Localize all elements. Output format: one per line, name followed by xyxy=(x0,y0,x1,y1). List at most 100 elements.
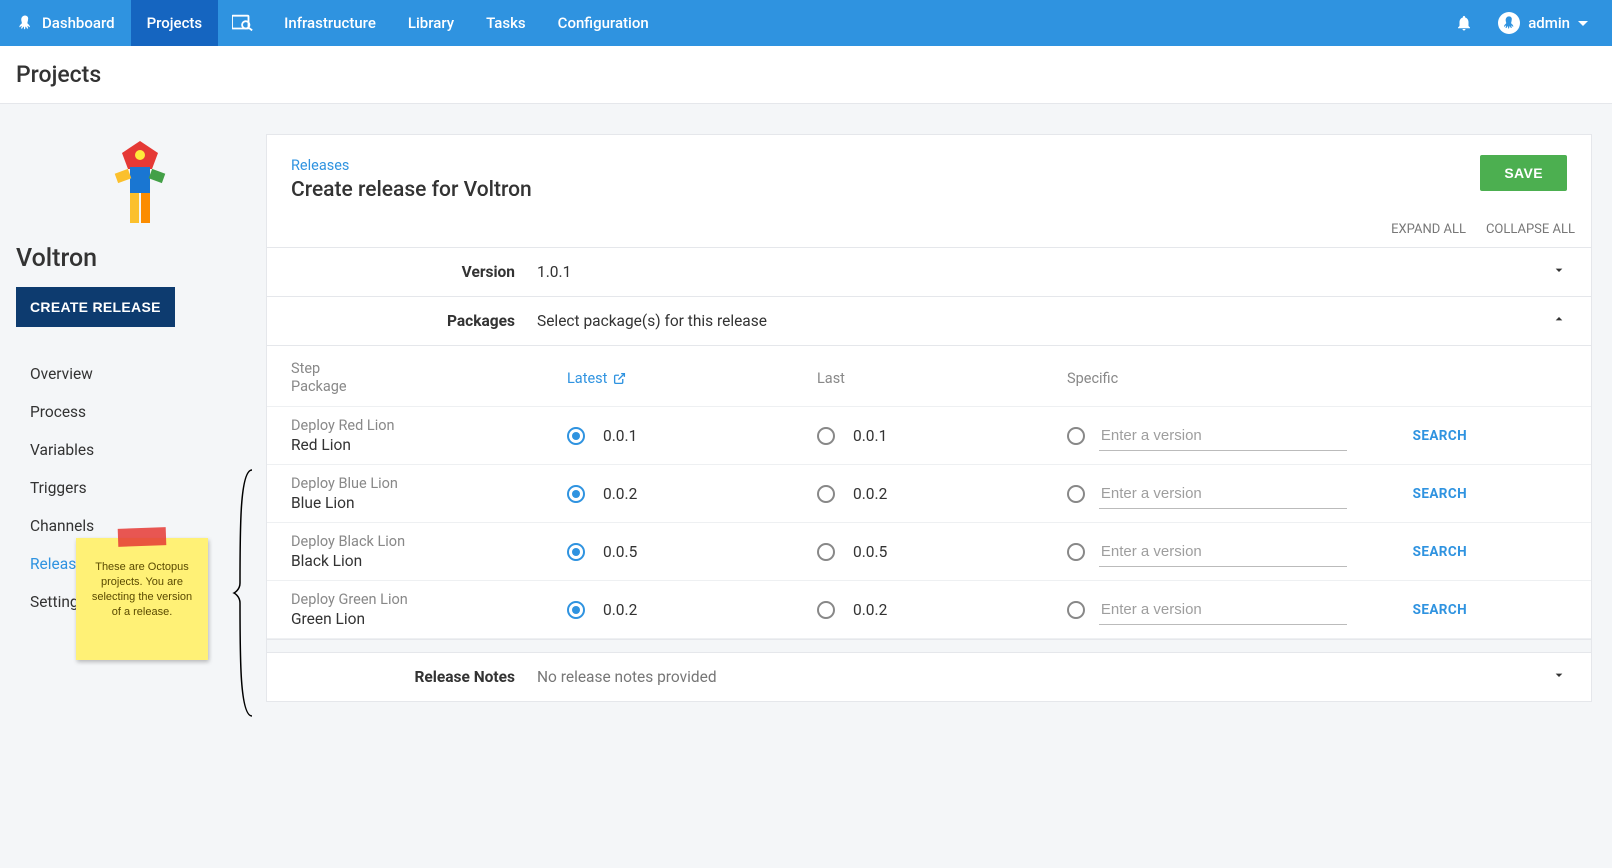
external-link-icon xyxy=(613,372,626,385)
latest-version: 0.0.1 xyxy=(603,427,637,445)
radio-latest[interactable] xyxy=(567,427,585,445)
nav-infra-label: Infrastructure xyxy=(284,14,376,32)
step-name: Deploy Red Lion xyxy=(291,417,567,434)
nav-config-label: Configuration xyxy=(558,14,649,32)
nav-library[interactable]: Library xyxy=(392,0,470,46)
chevron-up-icon xyxy=(1551,311,1567,331)
specific-cell xyxy=(1067,421,1347,451)
last-cell: 0.0.2 xyxy=(817,485,1067,503)
package-step-cell: Deploy Red Lion Red Lion xyxy=(291,417,567,454)
nav-infrastructure[interactable]: Infrastructure xyxy=(268,0,392,46)
col-latest[interactable]: Latest xyxy=(567,370,817,387)
nav-configuration[interactable]: Configuration xyxy=(542,0,665,46)
package-name: Blue Lion xyxy=(291,494,567,512)
package-row: Deploy Blue Lion Blue Lion 0.0.2 0.0.2 SEARC… xyxy=(267,465,1591,523)
last-version: 0.0.1 xyxy=(853,427,887,445)
latest-version: 0.0.2 xyxy=(603,601,637,619)
col-specific: Specific xyxy=(1067,370,1347,387)
latest-cell: 0.0.1 xyxy=(567,427,817,445)
specific-cell xyxy=(1067,595,1347,625)
nav-left: Dashboard Projects Infrastructure Librar… xyxy=(0,0,665,46)
last-cell: 0.0.1 xyxy=(817,427,1067,445)
specific-version-input[interactable] xyxy=(1099,595,1347,625)
radio-last[interactable] xyxy=(817,543,835,561)
radio-latest[interactable] xyxy=(567,543,585,561)
sidebar-item-triggers[interactable]: Triggers xyxy=(14,469,266,507)
last-cell: 0.0.5 xyxy=(817,543,1067,561)
create-release-button[interactable]: CREATE RELEASE xyxy=(16,287,175,327)
nav-tasks[interactable]: Tasks xyxy=(470,0,542,46)
top-nav: Dashboard Projects Infrastructure Librar… xyxy=(0,0,1612,46)
user-octopus-icon xyxy=(1501,15,1517,31)
save-button[interactable]: SAVE xyxy=(1480,155,1567,191)
sticky-note-text: These are Octopus projects. You are sele… xyxy=(92,561,192,618)
radio-latest[interactable] xyxy=(567,601,585,619)
packages-hint: Select package(s) for this release xyxy=(537,312,1551,330)
package-step-cell: Deploy Blue Lion Blue Lion xyxy=(291,475,567,512)
nav-search[interactable] xyxy=(218,0,268,46)
search-link[interactable]: SEARCH xyxy=(1347,602,1467,618)
col-last: Last xyxy=(817,370,1067,387)
package-row: Deploy Red Lion Red Lion 0.0.1 0.0.1 SEARCH xyxy=(267,407,1591,465)
chevron-down-icon xyxy=(1551,262,1567,282)
package-name: Black Lion xyxy=(291,552,567,570)
col-latest-label: Latest xyxy=(567,370,607,387)
step-name: Deploy Green Lion xyxy=(291,591,567,608)
bell-icon xyxy=(1455,14,1473,32)
release-notes-label: Release Notes xyxy=(291,668,537,686)
section-divider xyxy=(267,639,1591,653)
nav-projects[interactable]: Projects xyxy=(131,0,219,46)
step-name: Deploy Blue Lion xyxy=(291,475,567,492)
card-title: Create release for Voltron xyxy=(291,178,532,202)
search-link[interactable]: SEARCH xyxy=(1347,428,1467,444)
radio-last[interactable] xyxy=(817,601,835,619)
latest-cell: 0.0.2 xyxy=(567,601,817,619)
sidebar-item-process[interactable]: Process xyxy=(14,393,266,431)
specific-version-input[interactable] xyxy=(1099,421,1347,451)
title-bar: Projects xyxy=(0,46,1612,104)
sidebar-item-overview[interactable]: Overview xyxy=(14,355,266,393)
user-label: admin xyxy=(1528,14,1570,32)
radio-specific[interactable] xyxy=(1067,543,1085,561)
search-link[interactable]: SEARCH xyxy=(1347,486,1467,502)
version-label: Version xyxy=(291,263,537,281)
octopus-icon xyxy=(16,14,34,32)
nav-projects-label: Projects xyxy=(147,14,203,32)
breadcrumb-releases[interactable]: Releases xyxy=(291,157,532,174)
main: Voltron CREATE RELEASE OverviewProcessVa… xyxy=(0,104,1612,868)
version-value: 1.0.1 xyxy=(537,263,1551,281)
notifications-button[interactable] xyxy=(1446,5,1482,41)
radio-last[interactable] xyxy=(817,427,835,445)
expand-all-link[interactable]: EXPAND ALL xyxy=(1391,222,1466,237)
content: Releases Create release for Voltron SAVE… xyxy=(266,104,1612,868)
last-version: 0.0.2 xyxy=(853,601,887,619)
nav-dashboard[interactable]: Dashboard xyxy=(0,0,131,46)
radio-specific[interactable] xyxy=(1067,601,1085,619)
radio-latest[interactable] xyxy=(567,485,585,503)
user-menu[interactable]: admin xyxy=(1498,12,1588,34)
sidebar-item-variables[interactable]: Variables xyxy=(14,431,266,469)
release-notes-section[interactable]: Release Notes No release notes provided xyxy=(267,653,1591,701)
version-section[interactable]: Version 1.0.1 xyxy=(267,248,1591,297)
package-row: Deploy Green LionGreen Lion 0.0.2 0.0.2 SEA… xyxy=(267,581,1591,639)
chevron-down-icon xyxy=(1551,667,1567,687)
release-card: Releases Create release for Voltron SAVE… xyxy=(266,134,1592,702)
col-step-package: Step Package xyxy=(291,360,567,396)
specific-version-input[interactable] xyxy=(1099,537,1347,567)
specific-version-input[interactable] xyxy=(1099,479,1347,509)
nav-tasks-label: Tasks xyxy=(486,14,526,32)
search-link[interactable]: SEARCH xyxy=(1347,544,1467,560)
latest-version: 0.0.2 xyxy=(603,485,637,503)
radio-specific[interactable] xyxy=(1067,427,1085,445)
radio-specific[interactable] xyxy=(1067,485,1085,503)
bracket-icon xyxy=(232,468,256,718)
packages-section-header[interactable]: Packages Select package(s) for this rele… xyxy=(267,297,1591,346)
collapse-all-link[interactable]: COLLAPSE ALL xyxy=(1486,222,1575,237)
card-toolbar: EXPAND ALL COLLAPSE ALL xyxy=(267,212,1591,248)
package-step-cell: Deploy Green LionGreen Lion xyxy=(291,591,567,628)
radio-last[interactable] xyxy=(817,485,835,503)
packages-table-head: Step Package Latest Last Specific xyxy=(267,346,1591,407)
step-name: Deploy Black Lion xyxy=(291,533,567,550)
last-cell: 0.0.2 xyxy=(817,601,1067,619)
package-name: Red Lion xyxy=(291,436,567,454)
